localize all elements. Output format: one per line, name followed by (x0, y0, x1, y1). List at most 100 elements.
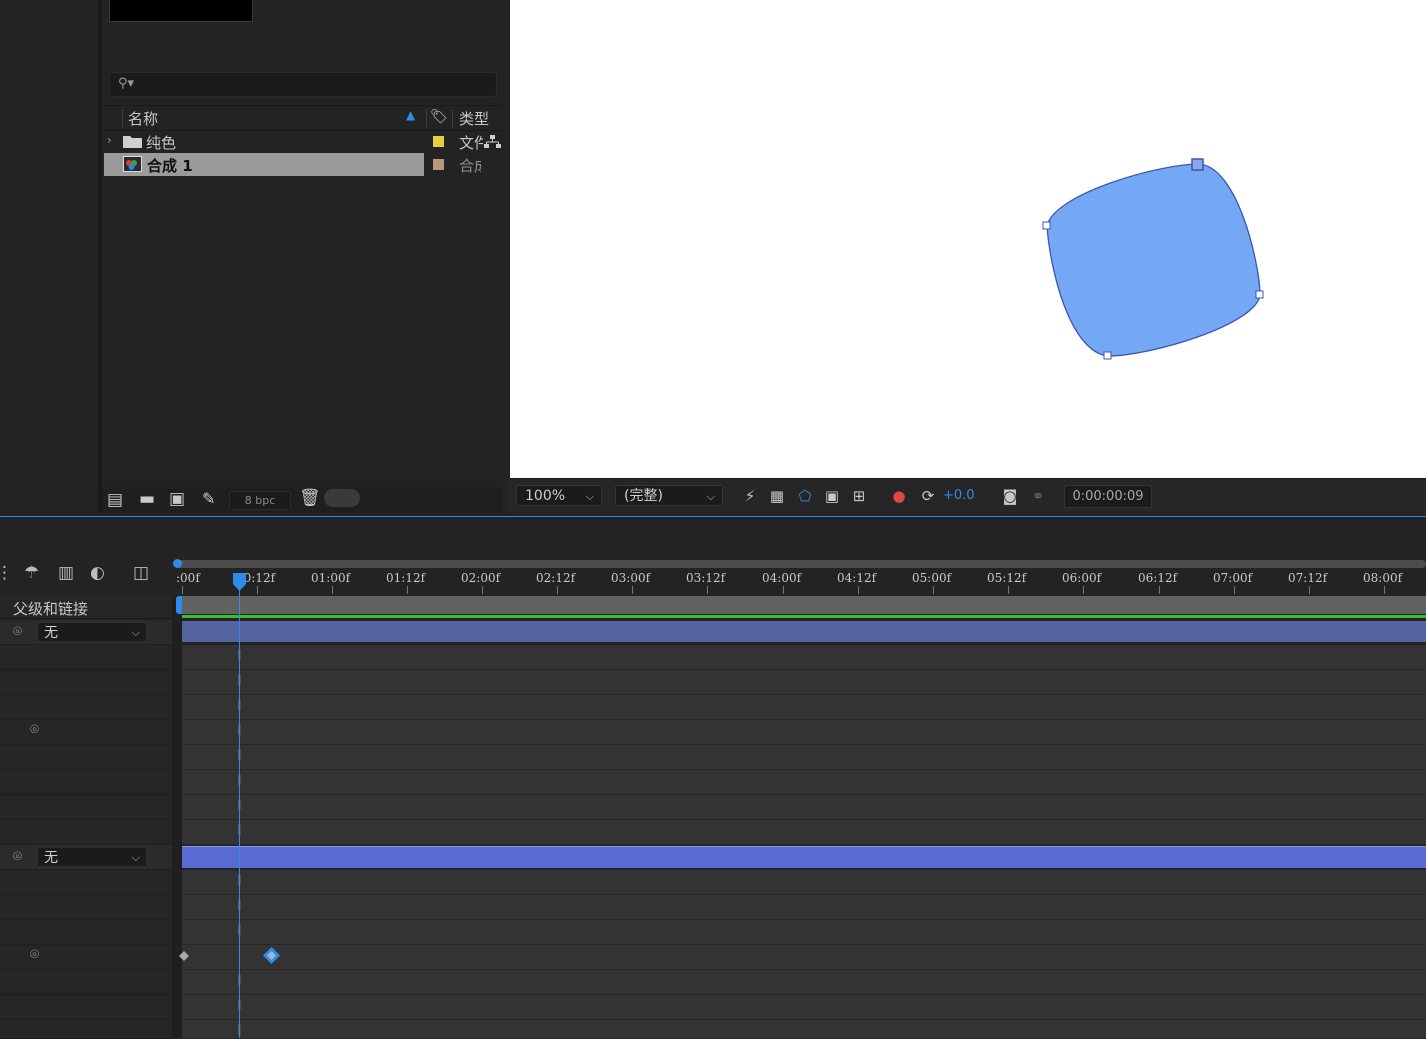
channel-rgb-icon[interactable]: ● (888, 485, 910, 507)
timeline-track[interactable] (182, 870, 1426, 895)
project-item-folder[interactable]: › 纯色 文件 (104, 130, 502, 153)
timeline-track[interactable] (182, 770, 1426, 795)
property-row[interactable] (0, 770, 172, 795)
parent-value: 无 (44, 625, 58, 641)
property-row[interactable] (0, 745, 172, 770)
timeline-track[interactable] (182, 820, 1426, 845)
fast-preview-icon[interactable]: ⚡ (739, 485, 761, 507)
timeline-track[interactable] (182, 645, 1426, 670)
pickwhip-icon[interactable]: ⌾ (30, 720, 39, 738)
new-folder-icon[interactable]: ▬ (139, 489, 155, 509)
ruler-label: 06:00f (1062, 571, 1102, 585)
grid-guides-icon[interactable]: ⊞ (848, 485, 870, 507)
timeline-column-divider (172, 596, 182, 1038)
ruler-tick (482, 586, 483, 594)
snapshot-camera-icon[interactable]: ◙ (999, 485, 1021, 507)
pickwhip-icon[interactable]: ⌾ (30, 945, 39, 963)
project-search-input[interactable] (109, 72, 497, 97)
keyframe-diamond-icon[interactable] (178, 950, 190, 962)
project-column-header: 名称 ▲ 🏷 类型 (104, 105, 502, 131)
project-item-name: 合成 1 (147, 157, 193, 175)
timeline-track[interactable] (182, 895, 1426, 920)
region-of-interest-icon[interactable]: ▣ (821, 485, 843, 507)
ruler-tick (933, 586, 934, 594)
property-row[interactable] (0, 995, 172, 1020)
ruler-tick (182, 586, 183, 594)
resolution-dropdown[interactable]: (完整) ⌵ (615, 485, 723, 506)
chevron-down-icon: ⌵ (131, 626, 140, 639)
ruler-tick (257, 586, 258, 594)
menu-icon[interactable]: ⋮ (0, 563, 13, 583)
graph-editor-icon[interactable]: ◫ (133, 563, 149, 583)
parent-dropdown[interactable]: 无 ⌵ (37, 847, 147, 867)
property-row[interactable] (0, 670, 172, 695)
timeline-track[interactable] (182, 720, 1426, 745)
timeline-track[interactable] (182, 995, 1426, 1020)
motion-blur-icon[interactable]: ◐ (90, 563, 105, 583)
timeline-track[interactable] (182, 745, 1426, 770)
property-row[interactable] (0, 645, 172, 670)
playhead-handle-icon[interactable] (232, 572, 247, 592)
layer-duration-bar[interactable] (182, 846, 1426, 868)
chevron-down-icon: ⌵ (131, 851, 140, 864)
parent-column-header[interactable]: 父级和链接 (13, 598, 88, 619)
exposure-value[interactable]: +0.0 (943, 488, 975, 503)
ruler-label: 04:00f (762, 571, 802, 585)
name-column-header[interactable]: 名称 (128, 108, 158, 129)
composition-viewer[interactable] (510, 0, 1426, 478)
bit-depth-button[interactable]: 8 bpc (229, 491, 291, 510)
project-item-type: 合成 (459, 157, 481, 175)
property-row[interactable] (0, 945, 172, 970)
project-item-name: 纯色 (146, 134, 177, 152)
property-row[interactable] (0, 820, 172, 845)
shy-layers-icon[interactable]: ☂ (24, 563, 39, 583)
work-area-bar[interactable] (182, 596, 1426, 614)
trash-icon[interactable]: 🗑 (299, 488, 321, 508)
color-management-icon[interactable]: ⟳ (917, 485, 939, 507)
property-row[interactable] (0, 795, 172, 820)
sort-ascending-icon[interactable]: ▲ (406, 108, 415, 122)
timeline-track[interactable] (182, 945, 1426, 970)
new-composition-icon[interactable]: ▣ (169, 489, 185, 509)
timeline-track[interactable] (182, 695, 1426, 720)
pickwhip-icon[interactable]: ⌾ (13, 847, 22, 865)
label-color-swatch[interactable] (433, 136, 444, 147)
timeline-track[interactable] (182, 920, 1426, 945)
property-row[interactable] (0, 870, 172, 895)
parent-value: 无 (44, 850, 58, 866)
project-item-composition-row[interactable]: 合成 1 合成 (104, 153, 502, 176)
label-color-swatch[interactable] (433, 159, 444, 170)
keyframe-selected-diamond-icon[interactable] (262, 946, 281, 965)
flowchart-icon[interactable] (484, 135, 501, 149)
pickwhip-icon[interactable]: ⌾ (13, 622, 22, 640)
magnification-dropdown[interactable]: 100% ⌵ (516, 485, 602, 506)
property-row[interactable] (0, 920, 172, 945)
property-row[interactable] (0, 895, 172, 920)
flowchart-toggle[interactable] (324, 489, 360, 507)
brush-icon[interactable]: ✎ (202, 489, 215, 508)
work-area-start-handle[interactable] (176, 596, 182, 614)
timeline-track[interactable] (182, 1020, 1426, 1039)
frame-blending-icon[interactable]: ▥ (58, 563, 74, 583)
ruler-label: 02:00f (461, 571, 501, 585)
current-time-display[interactable]: 0:00:00:09 (1064, 485, 1152, 508)
interpret-footage-icon[interactable]: ▤ (107, 490, 123, 510)
type-column-header[interactable]: 类型 (459, 108, 489, 129)
mask-path-visibility-icon[interactable]: ⬠ (794, 485, 816, 507)
timeline-track[interactable] (182, 970, 1426, 995)
timeline-track[interactable] (182, 795, 1426, 820)
property-row[interactable] (0, 695, 172, 720)
ruler-tick (1083, 586, 1084, 594)
transparency-grid-icon[interactable]: ▦ (766, 485, 788, 507)
ruler-tick (632, 586, 633, 594)
property-row[interactable] (0, 970, 172, 995)
property-row[interactable] (0, 1020, 172, 1039)
show-snapshot-icon[interactable]: ⚭ (1027, 485, 1049, 507)
expand-chevron-icon[interactable]: › (107, 133, 112, 147)
property-row[interactable] (0, 720, 172, 745)
search-icon[interactable]: ⚲▾ (118, 76, 134, 91)
timeline-track[interactable] (182, 670, 1426, 695)
parent-dropdown[interactable]: 无 ⌵ (37, 622, 147, 642)
layer-duration-bar[interactable] (182, 621, 1426, 642)
label-tag-icon[interactable]: 🏷 (430, 109, 448, 125)
